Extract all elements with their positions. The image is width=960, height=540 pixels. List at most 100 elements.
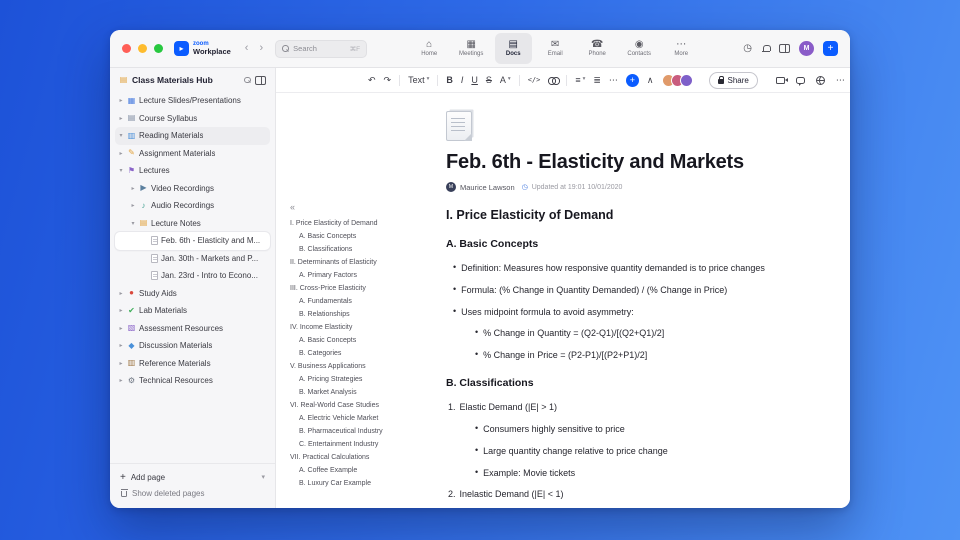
toc-item[interactable]: B. Luxury Car Example xyxy=(290,477,446,490)
sidebar-item[interactable]: Jan. 23rd - Intro to Econo... xyxy=(115,267,270,285)
show-deleted-pages-button[interactable]: Show deleted pages xyxy=(120,485,265,501)
history-clock-icon[interactable]: ◷ xyxy=(743,43,752,54)
language-globe-icon[interactable] xyxy=(815,75,825,85)
close-window-button[interactable] xyxy=(122,44,131,53)
toc-item[interactable]: III. Cross-Price Elasticity xyxy=(290,282,446,295)
sidebar-item[interactable]: ▸ ✎ Assignment Materials xyxy=(115,145,270,163)
collapse-toc-icon[interactable]: « xyxy=(290,203,446,212)
toc-item[interactable]: B. Pharmaceutical Industry xyxy=(290,425,446,438)
chevron-right-icon[interactable]: ▸ xyxy=(118,360,124,367)
code-icon[interactable]: </> xyxy=(528,76,541,84)
doc-block-number[interactable]: 2. Inelastic Demand (|E| < 1) xyxy=(446,489,820,500)
sidebar-item[interactable]: ▸ ● Study Aids xyxy=(115,285,270,303)
video-camera-icon[interactable] xyxy=(775,76,789,84)
toc-item[interactable]: A. Basic Concepts xyxy=(290,230,446,243)
doc-block-bullet[interactable]: • Definition: Measures how responsive qua… xyxy=(446,262,820,274)
sidebar-item[interactable]: ▸ ✔ Lab Materials xyxy=(115,302,270,320)
notifications-bell-icon[interactable] xyxy=(761,44,771,53)
document-title[interactable]: Feb. 6th - Elasticity and Markets xyxy=(446,151,820,174)
share-button[interactable]: Share xyxy=(708,71,758,89)
sidebar-item[interactable]: ▾ ⚑ Lectures xyxy=(115,162,270,180)
global-search-input[interactable]: Search ⌘F xyxy=(275,39,368,58)
side-panel-toggle-icon[interactable] xyxy=(779,44,790,53)
toc-item[interactable]: II. Determinants of Elasticity xyxy=(290,256,446,269)
more-options-icon[interactable]: ⋯ xyxy=(836,75,845,85)
toc-item[interactable]: B. Classifications xyxy=(290,243,446,256)
tab-home[interactable]: ⌂ Home xyxy=(411,33,448,64)
sidebar-item[interactable]: ▾ ▥ Reading Materials xyxy=(115,127,270,145)
toc-item[interactable]: A. Basic Concepts xyxy=(290,334,446,347)
toc-item[interactable]: A. Coffee Example xyxy=(290,464,446,477)
toc-item[interactable]: A. Electric Vehicle Market xyxy=(290,412,446,425)
minimize-window-button[interactable] xyxy=(138,44,147,53)
sidebar-item[interactable]: Jan. 30th - Markets and P... xyxy=(115,250,270,268)
italic-button[interactable]: I xyxy=(461,75,464,85)
chevron-right-icon[interactable]: ▸ xyxy=(118,307,124,314)
sidebar-item[interactable]: ▸ ▶ Video Recordings xyxy=(115,180,270,198)
doc-block-number[interactable]: 1. Elastic Demand (|E| > 1) xyxy=(446,402,820,413)
doc-block-h1[interactable]: I. Price Elasticity of Demand xyxy=(446,208,820,222)
sidebar-search-icon[interactable] xyxy=(244,76,251,84)
text-style-dropdown[interactable]: Text ▾ xyxy=(408,75,429,85)
sidebar-item[interactable]: ▸ ⚙ Technical Resources xyxy=(115,372,270,390)
toc-item[interactable]: B. Market Analysis xyxy=(290,386,446,399)
tab-email[interactable]: ✉ Email xyxy=(537,33,574,64)
sidebar-item[interactable]: ▸ ▤ Course Syllabus xyxy=(115,110,270,128)
chevron-right-icon[interactable]: ▸ xyxy=(118,342,124,349)
tab-contacts[interactable]: ◉ Contacts xyxy=(621,33,658,64)
sidebar-collapse-icon[interactable] xyxy=(255,75,266,85)
toc-item[interactable]: C. Entertainment Industry xyxy=(290,438,446,451)
bold-button[interactable]: B xyxy=(446,75,453,85)
doc-block-bullet[interactable]: • Formula: (% Change in Quantity Demanded… xyxy=(446,284,820,296)
align-dropdown[interactable]: ≡ ▾ xyxy=(575,75,585,85)
doc-block-bullet[interactable]: • Consumers highly sensitive to price xyxy=(446,423,820,435)
collapse-toolbar-icon[interactable]: ∧ xyxy=(647,75,654,85)
tab-docs[interactable]: ▤ Docs xyxy=(494,33,532,64)
chevron-right-icon[interactable]: ▸ xyxy=(118,290,124,297)
doc-block-h2[interactable]: A. Basic Concepts xyxy=(446,238,820,250)
doc-block-bullet[interactable]: • % Change in Price = (P2-P1)/[(P2+P1)/2] xyxy=(446,349,820,361)
toc-item[interactable]: B. Relationships xyxy=(290,308,446,321)
chevron-down-icon[interactable]: ▾ xyxy=(261,473,265,481)
link-icon[interactable] xyxy=(548,77,560,85)
chevron-right-icon[interactable]: ▸ xyxy=(118,97,124,104)
user-avatar[interactable]: M xyxy=(799,41,814,56)
tab-meetings[interactable]: ▦ Meetings xyxy=(453,33,490,64)
sidebar-item[interactable]: ▸ ▧ Assessment Resources xyxy=(115,320,270,338)
sidebar-item[interactable]: ▸ ▥ Reference Materials xyxy=(115,355,270,373)
sidebar-item[interactable]: ▾ ▤ Lecture Notes xyxy=(115,215,270,233)
toc-item[interactable]: IV. Income Elasticity xyxy=(290,321,446,334)
tab-more[interactable]: ⋯ More xyxy=(663,33,700,64)
sidebar-item[interactable]: ▸ ♪ Audio Recordings xyxy=(115,197,270,215)
tab-phone[interactable]: ☎ Phone xyxy=(579,33,616,64)
chevron-down-icon[interactable]: ▾ xyxy=(118,167,124,174)
underline-button[interactable]: U xyxy=(471,75,478,85)
undo-icon[interactable]: ↶ xyxy=(368,75,376,85)
chevron-down-icon[interactable]: ▾ xyxy=(130,220,136,227)
toc-item[interactable]: A. Fundamentals xyxy=(290,295,446,308)
back-button[interactable]: ‹ xyxy=(245,43,249,54)
text-color-button[interactable]: A ▾ xyxy=(500,75,511,85)
doc-block-bullet[interactable]: • % Change in Quantity = (Q2-Q1)/[(Q2+Q1)… xyxy=(446,327,820,339)
toc-item[interactable]: I. Price Elasticity of Demand xyxy=(290,217,446,230)
doc-block-bullet[interactable]: • Large quantity change relative to price… xyxy=(446,445,820,457)
toc-item[interactable]: B. Categories xyxy=(290,347,446,360)
toc-item[interactable]: VII. Practical Calculations xyxy=(290,451,446,464)
chevron-right-icon[interactable]: ▸ xyxy=(130,185,136,192)
chevron-right-icon[interactable]: ▸ xyxy=(130,202,136,209)
more-formatting-icon[interactable]: ⋯ xyxy=(609,75,618,85)
chevron-down-icon[interactable]: ▾ xyxy=(118,132,124,139)
sidebar-item[interactable]: ▸ ◆ Discussion Materials xyxy=(115,337,270,355)
add-page-button[interactable]: + Add page ▾ xyxy=(120,469,265,485)
redo-icon[interactable]: ↷ xyxy=(384,75,392,85)
toc-item[interactable]: A. Pricing Strategies xyxy=(290,373,446,386)
fullscreen-window-button[interactable] xyxy=(154,44,163,53)
comments-icon[interactable] xyxy=(795,76,805,86)
document-body[interactable]: Feb. 6th - Elasticity and Markets M Maur… xyxy=(446,93,850,508)
collaborator-avatar[interactable] xyxy=(679,73,693,87)
chevron-right-icon[interactable]: ▸ xyxy=(118,325,124,332)
list-icon[interactable]: ≣ xyxy=(593,75,601,85)
chevron-right-icon[interactable]: ▸ xyxy=(118,115,124,122)
toc-item[interactable]: VI. Real-World Case Studies xyxy=(290,399,446,412)
toc-item[interactable]: A. Primary Factors xyxy=(290,269,446,282)
